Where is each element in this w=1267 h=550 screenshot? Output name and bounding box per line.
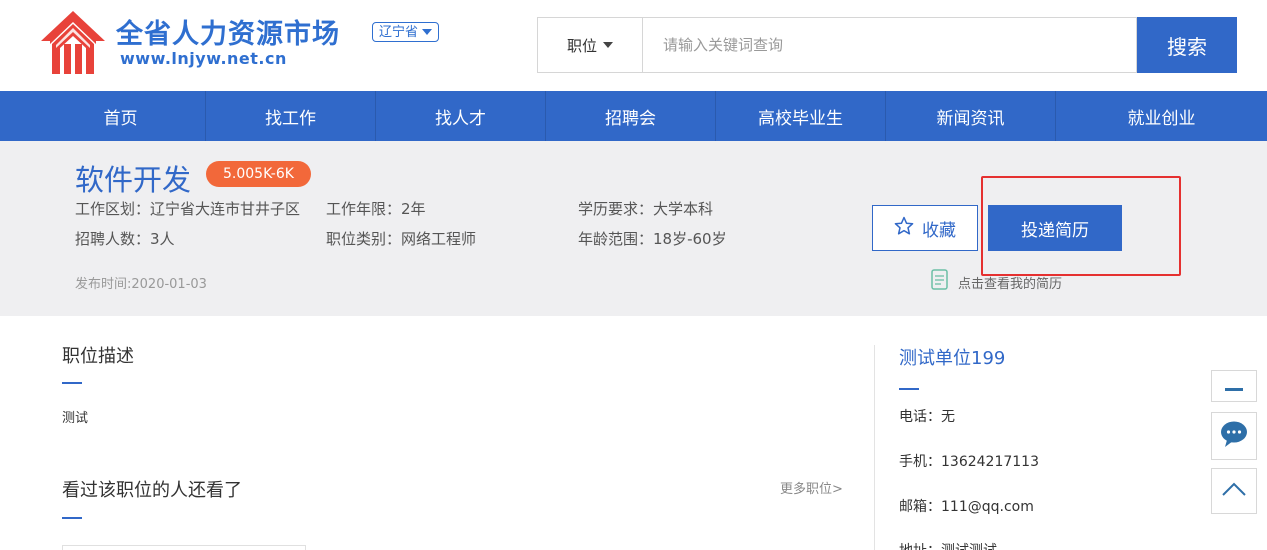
job-district: 工作区划：辽宁省大连市甘井子区 (75, 200, 301, 218)
company-mobile: 手机：13624217113 (899, 454, 1039, 470)
region-selector[interactable]: 辽宁省 (372, 22, 440, 42)
job-age: 年龄范围：18岁-60岁 (578, 230, 727, 248)
favorite-label: 收藏 (922, 220, 956, 241)
job-summary: 软件开发 5.005K-6K 工作区划：辽宁省大连市甘井子区 工作年限：2年 学… (0, 141, 1267, 316)
related-job-card[interactable] (62, 545, 306, 550)
region-label: 辽宁省 (379, 24, 419, 40)
section-underline (62, 517, 82, 519)
description-title: 职位描述 (62, 346, 134, 367)
chevron-down-icon (422, 29, 433, 35)
main-nav: 首页 找工作 找人才 招聘会 高校毕业生 新闻资讯 就业创业 (0, 91, 1267, 141)
job-category: 职位类别：网络工程师 (326, 230, 477, 248)
chevron-down-icon (603, 42, 613, 48)
posted-date: 发布时间:2020-01-03 (75, 277, 207, 292)
company-phone: 电话：无 (899, 409, 955, 425)
search-type-label: 职位 (566, 36, 597, 55)
document-icon (930, 269, 950, 295)
column-divider (874, 345, 875, 550)
site-name: 全省人力资源市场 (116, 19, 340, 50)
minimize-button[interactable] (1211, 370, 1257, 402)
logo-icon[interactable] (38, 8, 108, 76)
search-button[interactable]: 搜索 (1137, 17, 1237, 73)
chevron-up-icon (1221, 481, 1247, 501)
site-header: 全省人力资源市场 www.lnjyw.net.cn 辽宁省 职位 搜索 (0, 0, 1267, 91)
chat-icon (1219, 420, 1249, 452)
section-underline (899, 388, 919, 390)
minus-icon (1225, 377, 1243, 396)
company-address: 地址：测试测试 (899, 540, 997, 550)
chat-button[interactable] (1211, 412, 1257, 460)
more-jobs-link[interactable]: 更多职位> (780, 478, 843, 497)
search-input[interactable] (642, 17, 1137, 73)
job-title: 软件开发 (75, 163, 192, 197)
job-education: 学历要求：大学本科 (578, 200, 714, 218)
company-info: 测试单位199 电话：无 手机：13624217113 邮箱：111@qq.co… (899, 316, 1199, 550)
nav-item-find-job[interactable]: 找工作 (206, 91, 376, 141)
job-headcount: 招聘人数：3人 (75, 230, 175, 248)
company-name[interactable]: 测试单位199 (899, 344, 1005, 370)
nav-item-find-talent[interactable]: 找人才 (376, 91, 546, 141)
related-title: 看过该职位的人还看了 (62, 480, 242, 501)
job-years: 工作年限：2年 (326, 200, 426, 218)
star-icon (894, 216, 914, 241)
search-type-dropdown[interactable]: 职位 (537, 17, 642, 73)
company-email: 邮箱：111@qq.com (899, 499, 1034, 515)
salary-badge: 5.005K-6K (206, 161, 311, 187)
job-detail-main: 职位描述 测试 看过该职位的人还看了 更多职位> (62, 316, 852, 550)
nav-item-news[interactable]: 新闻资讯 (886, 91, 1056, 141)
site-url: www.lnjyw.net.cn (120, 49, 287, 68)
nav-item-home[interactable]: 首页 (0, 91, 206, 141)
job-detail-page: 全省人力资源市场 www.lnjyw.net.cn 辽宁省 职位 搜索 首页 找… (0, 0, 1267, 550)
view-resume-label: 点击查看我的简历 (958, 276, 1063, 292)
nav-item-job-fair[interactable]: 招聘会 (546, 91, 716, 141)
search-bar: 职位 搜索 (537, 17, 1237, 73)
apply-resume-button[interactable]: 投递简历 (988, 205, 1122, 251)
section-underline (62, 382, 82, 384)
back-to-top-button[interactable] (1211, 468, 1257, 514)
nav-item-employment[interactable]: 就业创业 (1056, 91, 1267, 141)
nav-item-graduates[interactable]: 高校毕业生 (716, 91, 886, 141)
favorite-button[interactable]: 收藏 (872, 205, 978, 251)
view-resume-link[interactable]: 点击查看我的简历 (930, 269, 1062, 295)
description-text: 测试 (62, 411, 89, 426)
